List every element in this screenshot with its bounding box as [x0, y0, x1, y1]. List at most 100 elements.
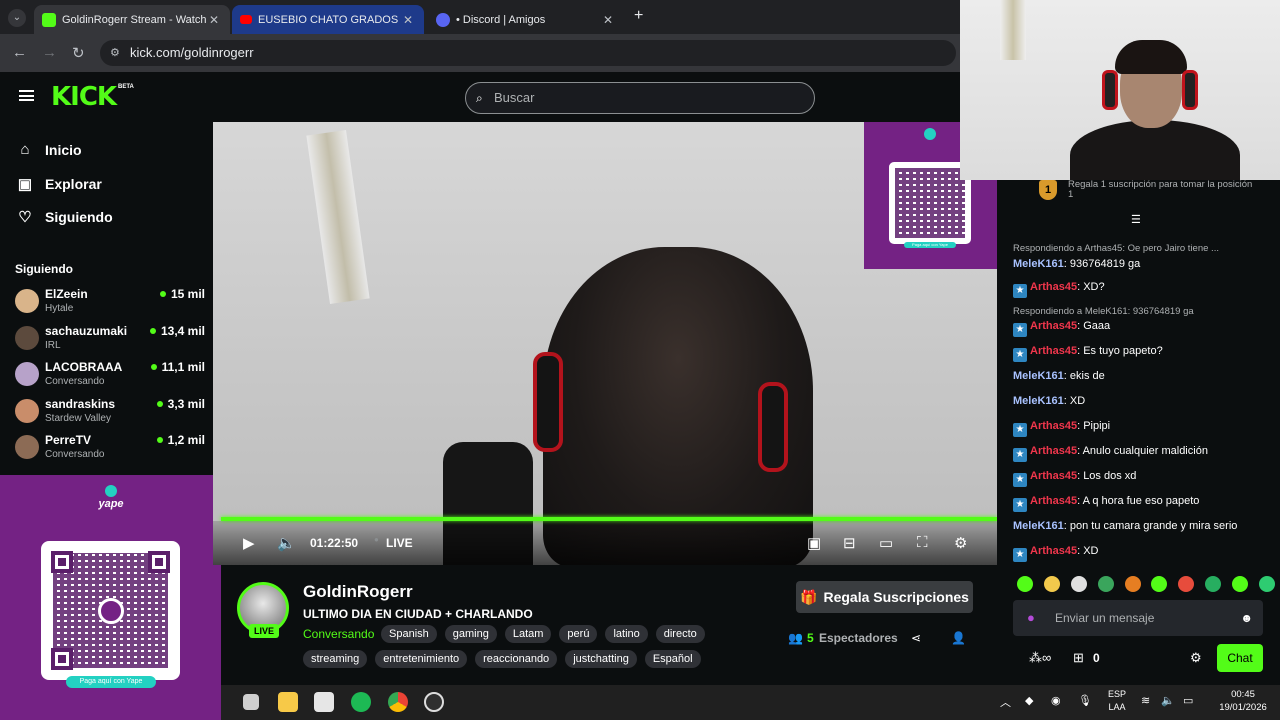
close-icon[interactable]: ✕: [206, 13, 222, 27]
chat-username[interactable]: Arthas45: [1030, 320, 1077, 332]
category-link[interactable]: Conversando: [303, 627, 374, 641]
following-item[interactable]: ElZeein Hytale 15 mil: [15, 287, 205, 321]
tray-app-icon[interactable]: ◆: [1025, 694, 1033, 707]
chat-message[interactable]: ★ Arthas45: A q hora fue eso papeto: [1013, 495, 1275, 512]
chat-message[interactable]: MeleK161: 936764819 ga: [1013, 258, 1275, 270]
chat-username[interactable]: Arthas45: [1030, 281, 1077, 293]
theater-icon[interactable]: ⊟: [843, 534, 856, 552]
tag[interactable]: Spanish: [381, 625, 437, 643]
tag[interactable]: perú: [559, 625, 598, 643]
follow-user-icon[interactable]: 👤: [951, 631, 966, 645]
tray-mic-icon[interactable]: 🎙: [1078, 694, 1092, 707]
emote-icon[interactable]: [1097, 576, 1114, 592]
search-input[interactable]: ⌕ Buscar: [465, 82, 815, 114]
store-icon[interactable]: [314, 692, 334, 712]
chat-message[interactable]: ★ Arthas45: Pipipi: [1013, 420, 1275, 437]
tag[interactable]: directo: [655, 625, 705, 643]
gift-icon[interactable]: ⊞: [1073, 650, 1084, 666]
channel-name[interactable]: GoldinRogerr: [303, 582, 413, 602]
nav-siguiendo[interactable]: ♡ Siguiendo: [15, 208, 112, 226]
emote-icon[interactable]: [1043, 576, 1060, 592]
emote-icon[interactable]: [1178, 576, 1195, 592]
tray-app-icon[interactable]: ◉: [1051, 694, 1061, 707]
chat-message[interactable]: ★ Arthas45: Anulo cualquier maldición: [1013, 445, 1275, 462]
tag[interactable]: latino: [605, 625, 648, 643]
site-info-icon[interactable]: ⚙: [110, 40, 120, 66]
emote-icon[interactable]: [1258, 576, 1275, 592]
close-icon[interactable]: ✕: [400, 13, 416, 27]
tab-search-icon[interactable]: ⌄: [8, 9, 26, 27]
tab-youtube[interactable]: EUSEBIO CHATO GRADOS - EL ✕: [232, 5, 424, 34]
following-item[interactable]: sachauzumaki IRL 13,4 mil: [15, 324, 205, 358]
chat-message[interactable]: ★ Arthas45: Gaaa: [1013, 320, 1275, 337]
back-icon[interactable]: ←: [12, 44, 27, 61]
chat-username[interactable]: Arthas45: [1030, 495, 1077, 507]
settings-icon[interactable]: ⚙: [954, 534, 967, 552]
points-icon[interactable]: ⁂∞: [1029, 650, 1051, 666]
chat-username[interactable]: Arthas45: [1030, 445, 1077, 457]
url-input[interactable]: ⚙ kick.com/goldinrogerr: [100, 40, 956, 66]
tag[interactable]: streaming: [303, 650, 368, 668]
kick-logo[interactable]: KICK: [51, 82, 117, 112]
nav-explorar[interactable]: ▣ Explorar: [15, 175, 102, 193]
video-player[interactable]: Paga aquí con Yape ▶ 🔈 01:22:50 ● LIVE ▣…: [213, 122, 997, 565]
tab-discord[interactable]: • Discord | Amigos ✕: [428, 5, 624, 34]
chat-message[interactable]: MeleK161: XD: [1013, 395, 1275, 407]
emote-icon[interactable]: [1151, 576, 1168, 592]
chat-message[interactable]: MeleK161: ekis de: [1013, 370, 1275, 382]
obs-icon[interactable]: [424, 692, 444, 712]
tag[interactable]: reaccionando: [475, 650, 558, 668]
chat-input[interactable]: ● Enviar un mensaje ☻: [1013, 600, 1263, 636]
close-icon[interactable]: ✕: [600, 13, 616, 27]
battery-icon[interactable]: ▭: [1183, 694, 1193, 707]
chat-message[interactable]: ★ Arthas45: Los dos xd: [1013, 470, 1275, 487]
language-indicator[interactable]: ESP LAA: [1107, 688, 1127, 714]
chrome-icon[interactable]: [388, 692, 408, 712]
top-gifter-text[interactable]: Regala 1 suscripción para tomar la posic…: [1068, 180, 1258, 200]
play-icon[interactable]: ▶: [243, 534, 255, 552]
chat-username[interactable]: MeleK161: [1013, 395, 1064, 407]
chat-username[interactable]: MeleK161: [1013, 520, 1064, 532]
pinned-toggle-icon[interactable]: ☰: [1131, 213, 1141, 226]
emote-icon[interactable]: [1205, 576, 1222, 592]
file-explorer-icon[interactable]: [278, 692, 298, 712]
wifi-icon[interactable]: ≋: [1141, 694, 1150, 707]
clip-icon[interactable]: ▣: [807, 534, 821, 552]
following-item[interactable]: sandraskins Stardew Valley 3,3 mil: [15, 397, 205, 431]
live-label[interactable]: LIVE: [386, 536, 413, 550]
pip-icon[interactable]: ▭: [879, 534, 893, 552]
task-view-icon[interactable]: [243, 694, 259, 710]
tag[interactable]: gaming: [444, 625, 497, 643]
new-tab-button[interactable]: +: [634, 7, 643, 25]
emote-icon[interactable]: [1124, 576, 1141, 592]
chat-message[interactable]: ★ Arthas45: Es tuyo papeto?: [1013, 345, 1275, 362]
emoji-icon[interactable]: ☻: [1240, 600, 1253, 636]
chat-username[interactable]: MeleK161: [1013, 370, 1064, 382]
chat-username[interactable]: Arthas45: [1030, 345, 1077, 357]
emote-icon[interactable]: [1070, 576, 1087, 592]
chat-username[interactable]: Arthas45: [1030, 470, 1077, 482]
reload-icon[interactable]: ↻: [72, 44, 85, 62]
share-icon[interactable]: ⋖: [911, 631, 921, 645]
spotify-icon[interactable]: [351, 692, 371, 712]
gift-subs-button[interactable]: 🎁 Regala Suscripciones: [796, 581, 973, 613]
tab-kick[interactable]: GoldinRogerr Stream - Watch L ✕: [34, 5, 230, 34]
chat-send-button[interactable]: Chat: [1217, 644, 1263, 672]
tag[interactable]: entretenimiento: [375, 650, 468, 668]
following-item[interactable]: PerreTV Conversando 1,2 mil: [15, 433, 205, 467]
following-item[interactable]: LACOBRAAA Conversando 11,1 mil: [15, 360, 205, 394]
volume-icon[interactable]: 🔈: [277, 534, 296, 552]
emote-icon[interactable]: [1232, 576, 1248, 592]
fullscreen-icon[interactable]: ⛶: [917, 534, 928, 551]
volume-icon[interactable]: 🔈: [1161, 694, 1175, 707]
nav-inicio[interactable]: ⌂ Inicio: [15, 141, 81, 158]
tray-chevron-icon[interactable]: ︿: [1000, 694, 1011, 710]
chat-username[interactable]: Arthas45: [1030, 420, 1077, 432]
chat-username[interactable]: MeleK161: [1013, 258, 1064, 270]
microphone-icon[interactable]: ●: [1027, 600, 1035, 636]
tag[interactable]: justchatting: [565, 650, 637, 668]
chat-message[interactable]: ★ Arthas45: XD?: [1013, 281, 1275, 298]
chat-message[interactable]: MeleK161: pon tu camara grande y mira se…: [1013, 520, 1275, 532]
tag[interactable]: Latam: [504, 625, 552, 643]
clock[interactable]: 00:45 19/01/2026: [1215, 688, 1271, 714]
